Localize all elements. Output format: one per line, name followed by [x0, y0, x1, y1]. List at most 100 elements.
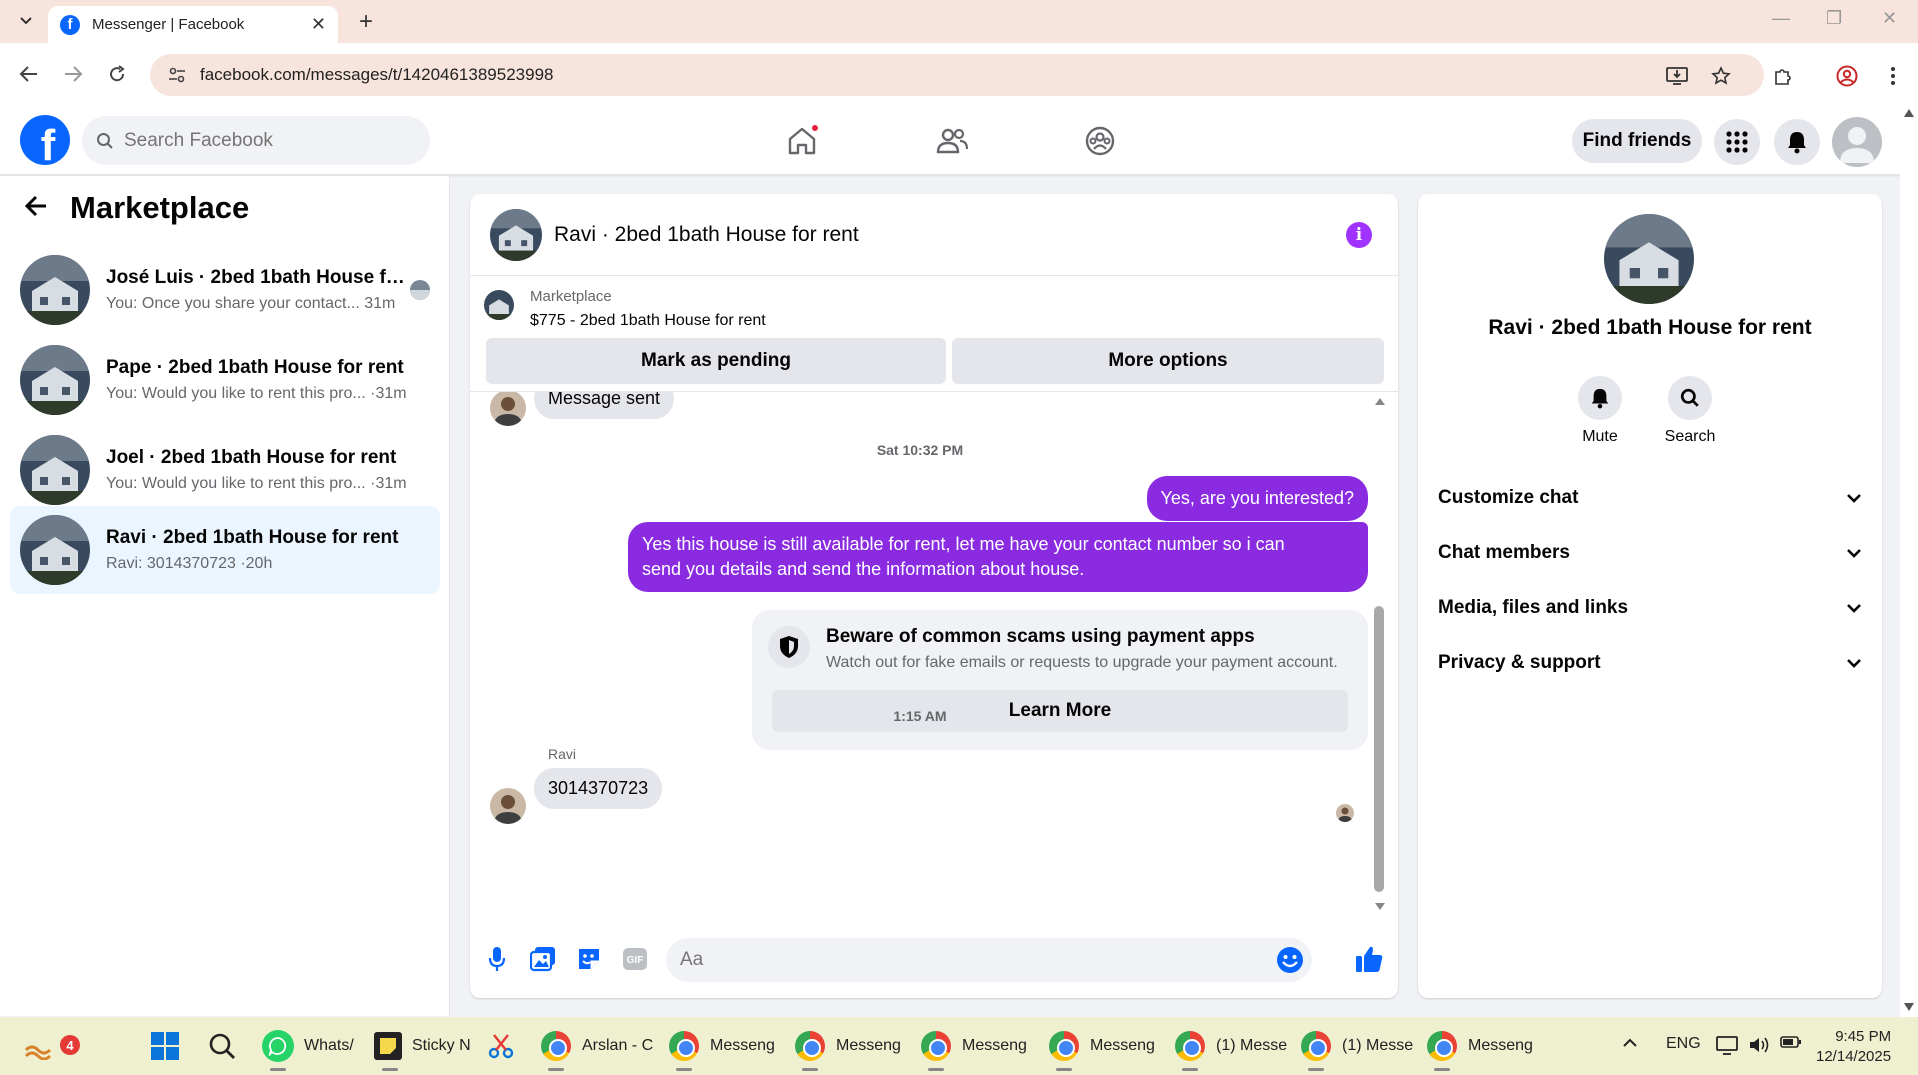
menu-grid-icon[interactable]: [1714, 119, 1760, 165]
taskbar-chrome-window[interactable]: Messeng: [1426, 1027, 1533, 1071]
chat-title[interactable]: Ravi · 2bed 1bath House for rent: [554, 223, 859, 247]
back-arrow-icon[interactable]: [24, 191, 48, 225]
thumbs-up-icon[interactable]: [1352, 942, 1386, 976]
page-scrollbar[interactable]: [1900, 105, 1918, 1017]
search-in-conversation-button[interactable]: Search: [1650, 376, 1730, 446]
chevron-down-icon: [1847, 494, 1861, 503]
message-scrollbar-thumb[interactable]: [1374, 606, 1384, 892]
notifications-bell-icon[interactable]: [1774, 119, 1820, 165]
message-input[interactable]: [680, 949, 1240, 971]
extensions-puzzle-icon[interactable]: [1770, 63, 1796, 89]
microphone-icon[interactable]: [482, 944, 512, 974]
message-list[interactable]: Message sent Sat 10:32 PM Yes, are you i…: [470, 392, 1398, 920]
clock-date: 12/14/2025: [1816, 1048, 1892, 1065]
widgets-button[interactable]: 4: [24, 1027, 80, 1065]
restore-window-icon[interactable]: ❐: [1826, 8, 1842, 29]
privacy-support-section[interactable]: Privacy & support: [1438, 643, 1862, 683]
reload-icon[interactable]: [104, 61, 130, 87]
facebook-search[interactable]: [82, 116, 430, 165]
find-friends-button[interactable]: Find friends: [1572, 119, 1702, 163]
battery-icon[interactable]: [1780, 1035, 1802, 1054]
taskbar-chrome-window[interactable]: Arslan - C: [540, 1027, 653, 1071]
running-indicator: [1308, 1068, 1324, 1071]
scroll-down-arrow-icon[interactable]: [1374, 902, 1386, 912]
system-clock[interactable]: 9:45 PM 12/14/2025: [1816, 1027, 1891, 1067]
tab-close-icon[interactable]: ✕: [311, 14, 326, 35]
message-input-field[interactable]: [666, 938, 1312, 982]
site-info-icon[interactable]: [166, 64, 188, 86]
listing-small-thumbnail: [484, 290, 514, 320]
chat-header-thumbnail[interactable]: [490, 208, 542, 261]
listing-profile-thumbnail[interactable]: [1604, 214, 1694, 304]
sender-avatar[interactable]: [490, 788, 526, 824]
taskbar-chrome-window[interactable]: Messeng: [920, 1027, 1027, 1071]
facebook-favicon-icon: f: [60, 14, 80, 35]
forward-arrow-icon[interactable]: [60, 61, 86, 87]
taskbar-chrome-window[interactable]: Messeng: [668, 1027, 775, 1071]
section-label: Media, files and links: [1438, 597, 1629, 618]
taskbar-search-icon[interactable]: [208, 1027, 236, 1065]
gif-icon[interactable]: GIF: [620, 944, 650, 974]
browser-menu-icon[interactable]: [1880, 63, 1906, 89]
sidebar-header: Marketplace: [24, 190, 249, 226]
friends-nav-icon[interactable]: [930, 119, 974, 163]
volume-icon[interactable]: [1748, 1035, 1770, 1060]
listing-price-title[interactable]: $775 - 2bed 1bath House for rent: [530, 312, 766, 330]
facebook-search-input[interactable]: [124, 129, 404, 152]
browser-tab-active[interactable]: f Messenger | Facebook ✕: [48, 6, 338, 43]
photo-gallery-icon[interactable]: [528, 944, 558, 974]
taskbar-sticky-notes[interactable]: Sticky N: [374, 1027, 471, 1071]
more-options-button[interactable]: More options: [952, 338, 1384, 384]
start-windows-icon[interactable]: [150, 1027, 180, 1065]
minimize-window-icon[interactable]: —: [1772, 8, 1790, 29]
language-indicator[interactable]: ENG: [1666, 1035, 1701, 1053]
media-files-links-section[interactable]: Media, files and links: [1438, 588, 1862, 628]
conversation-item-ravi[interactable]: Ravi · 2bed 1bath House for rent Ravi: 3…: [10, 506, 440, 594]
scroll-down-arrow-icon[interactable]: [1904, 1003, 1914, 1011]
conversation-info-icon[interactable]: i: [1346, 222, 1372, 248]
chrome-icon: [795, 1031, 825, 1061]
taskbar-chrome-window[interactable]: (1) Messe: [1300, 1027, 1413, 1071]
back-arrow-icon[interactable]: [16, 61, 42, 87]
emoji-icon[interactable]: [1276, 946, 1304, 979]
bookmark-star-icon[interactable]: [1708, 63, 1734, 89]
taskbar-chrome-window[interactable]: (1) Messe: [1174, 1027, 1288, 1071]
tab-search-dropdown-icon[interactable]: [12, 8, 40, 34]
scroll-up-arrow-icon[interactable]: [1904, 109, 1914, 117]
message-timestamp: 1:15 AM: [893, 708, 947, 724]
conversation-item-pape[interactable]: Pape · 2bed 1bath House for rent You: Wo…: [10, 336, 440, 424]
mark-as-pending-button[interactable]: Mark as pending: [486, 338, 946, 384]
home-nav-icon[interactable]: [780, 119, 824, 163]
facebook-logo-icon[interactable]: f: [20, 115, 70, 165]
taskbar-chrome-window[interactable]: Messeng: [1048, 1027, 1155, 1071]
taskbar-item-label: (1) Messe: [1216, 1037, 1288, 1054]
install-app-icon[interactable]: [1664, 63, 1690, 89]
taskbar-snipping-tool[interactable]: [486, 1027, 516, 1065]
taskbar-whatsapp[interactable]: Whats/: [262, 1027, 354, 1071]
groups-nav-icon[interactable]: [1078, 119, 1122, 163]
conversation-item-jose-luis[interactable]: José Luis · 2bed 1bath House for... You:…: [10, 246, 440, 334]
conversation-name: Pape · 2bed 1bath House for rent: [106, 357, 404, 378]
sticker-icon[interactable]: [574, 944, 604, 974]
chat-members-section[interactable]: Chat members: [1438, 533, 1862, 573]
conversation-preview: You: Would you like to rent this pro... …: [106, 385, 407, 402]
read-receipt-avatar: [1336, 804, 1354, 822]
running-indicator: [1056, 1068, 1072, 1071]
close-window-icon[interactable]: ✕: [1882, 8, 1897, 29]
running-indicator: [802, 1068, 818, 1071]
new-tab-icon[interactable]: +: [352, 8, 380, 36]
conversation-item-joel[interactable]: Joel · 2bed 1bath House for rent You: Wo…: [10, 426, 440, 514]
browser-profile-icon[interactable]: [1834, 63, 1860, 89]
customize-chat-section[interactable]: Customize chat: [1438, 478, 1862, 518]
taskbar-chrome-window[interactable]: Messeng: [794, 1027, 901, 1071]
scroll-up-arrow-icon[interactable]: [1374, 396, 1386, 406]
network-icon[interactable]: [1716, 1035, 1738, 1060]
account-avatar[interactable]: [1832, 117, 1882, 167]
taskbar-item-label: Messeng: [710, 1037, 775, 1054]
address-bar[interactable]: facebook.com/messages/t/1420461389523998: [150, 54, 1764, 96]
running-indicator: [270, 1068, 286, 1071]
show-hidden-icons-chevron-icon[interactable]: [1622, 1035, 1638, 1053]
chrome-icon: [541, 1031, 571, 1061]
mute-button[interactable]: Mute: [1560, 376, 1640, 446]
search-icon: [97, 132, 113, 149]
